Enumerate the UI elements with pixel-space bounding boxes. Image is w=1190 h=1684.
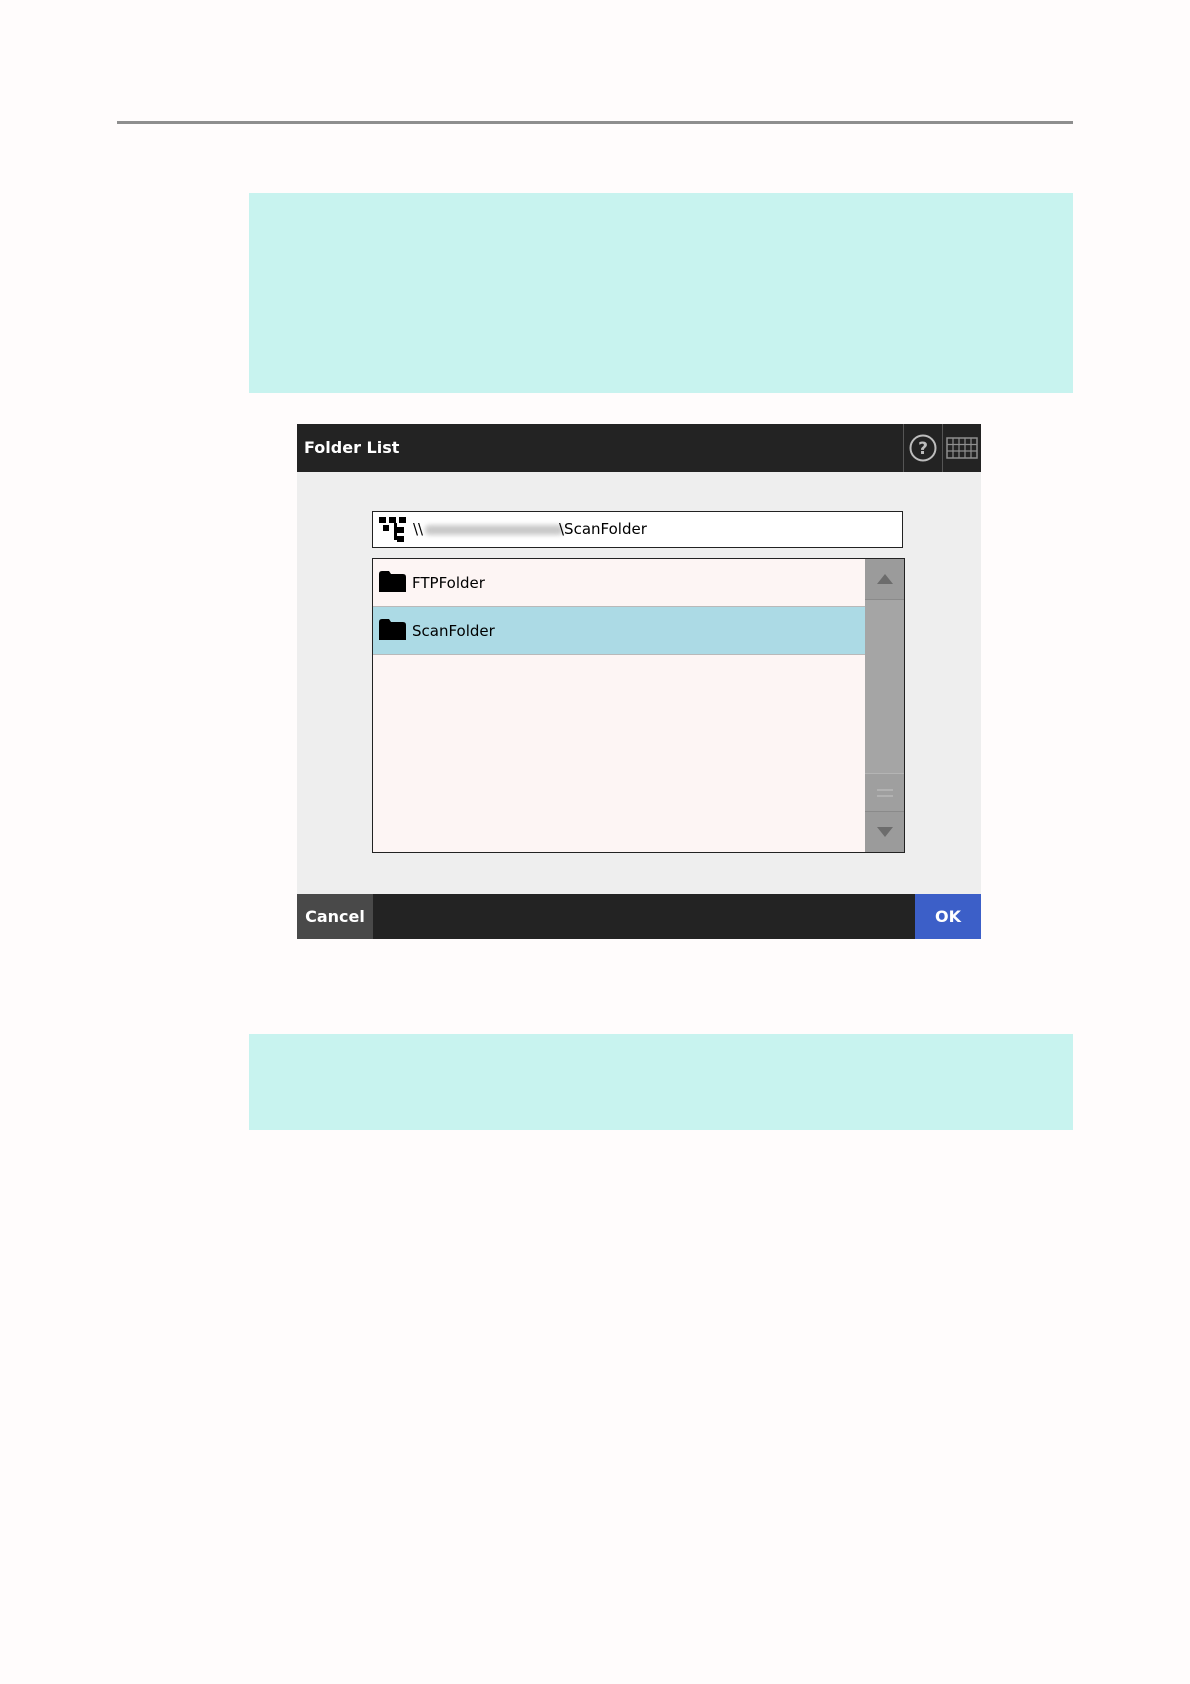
page-header-rule	[117, 121, 1073, 124]
keyboard-icon	[946, 437, 978, 459]
folder-list: FTPFolder ScanFolder	[372, 558, 905, 853]
dialog-title: Folder List	[304, 438, 400, 457]
grip-lines-icon	[876, 789, 893, 797]
folder-list-scrollbar[interactable]	[865, 559, 904, 852]
folder-row-ftpfolder[interactable]: FTPFolder	[373, 559, 865, 607]
svg-text:?: ?	[918, 439, 928, 459]
path-suffix-text: \ScanFolder	[559, 520, 647, 538]
folder-icon	[379, 571, 406, 592]
note-box-bottom	[249, 1034, 1073, 1130]
folder-row-scanfolder[interactable]: ScanFolder	[373, 607, 865, 655]
help-question-icon: ?	[909, 434, 937, 462]
folder-label: ScanFolder	[412, 622, 495, 640]
folder-label: FTPFolder	[412, 574, 485, 592]
scroll-up-button[interactable]	[865, 559, 904, 600]
triangle-down-icon	[876, 827, 893, 837]
current-path-field: \\ \ScanFolder	[372, 511, 903, 548]
path-prefix-text: \\	[413, 520, 424, 538]
note-box-top	[249, 193, 1073, 393]
folder-icon	[379, 619, 406, 640]
folder-list-dialog: Folder List ? \\ \ScanFolder FTPFolder S…	[297, 424, 981, 939]
ok-button[interactable]: OK	[915, 894, 981, 939]
keyboard-button[interactable]	[942, 424, 981, 472]
dialog-titlebar: Folder List ?	[297, 424, 981, 472]
help-button[interactable]: ?	[903, 424, 942, 472]
network-tree-icon	[379, 517, 406, 542]
blurred-server-name	[425, 525, 563, 535]
scroll-down-button[interactable]	[865, 811, 904, 852]
triangle-up-icon	[876, 574, 893, 584]
cancel-button[interactable]: Cancel	[297, 894, 373, 939]
scroll-thumb[interactable]	[865, 773, 904, 812]
dialog-footer: Cancel OK	[297, 894, 981, 939]
